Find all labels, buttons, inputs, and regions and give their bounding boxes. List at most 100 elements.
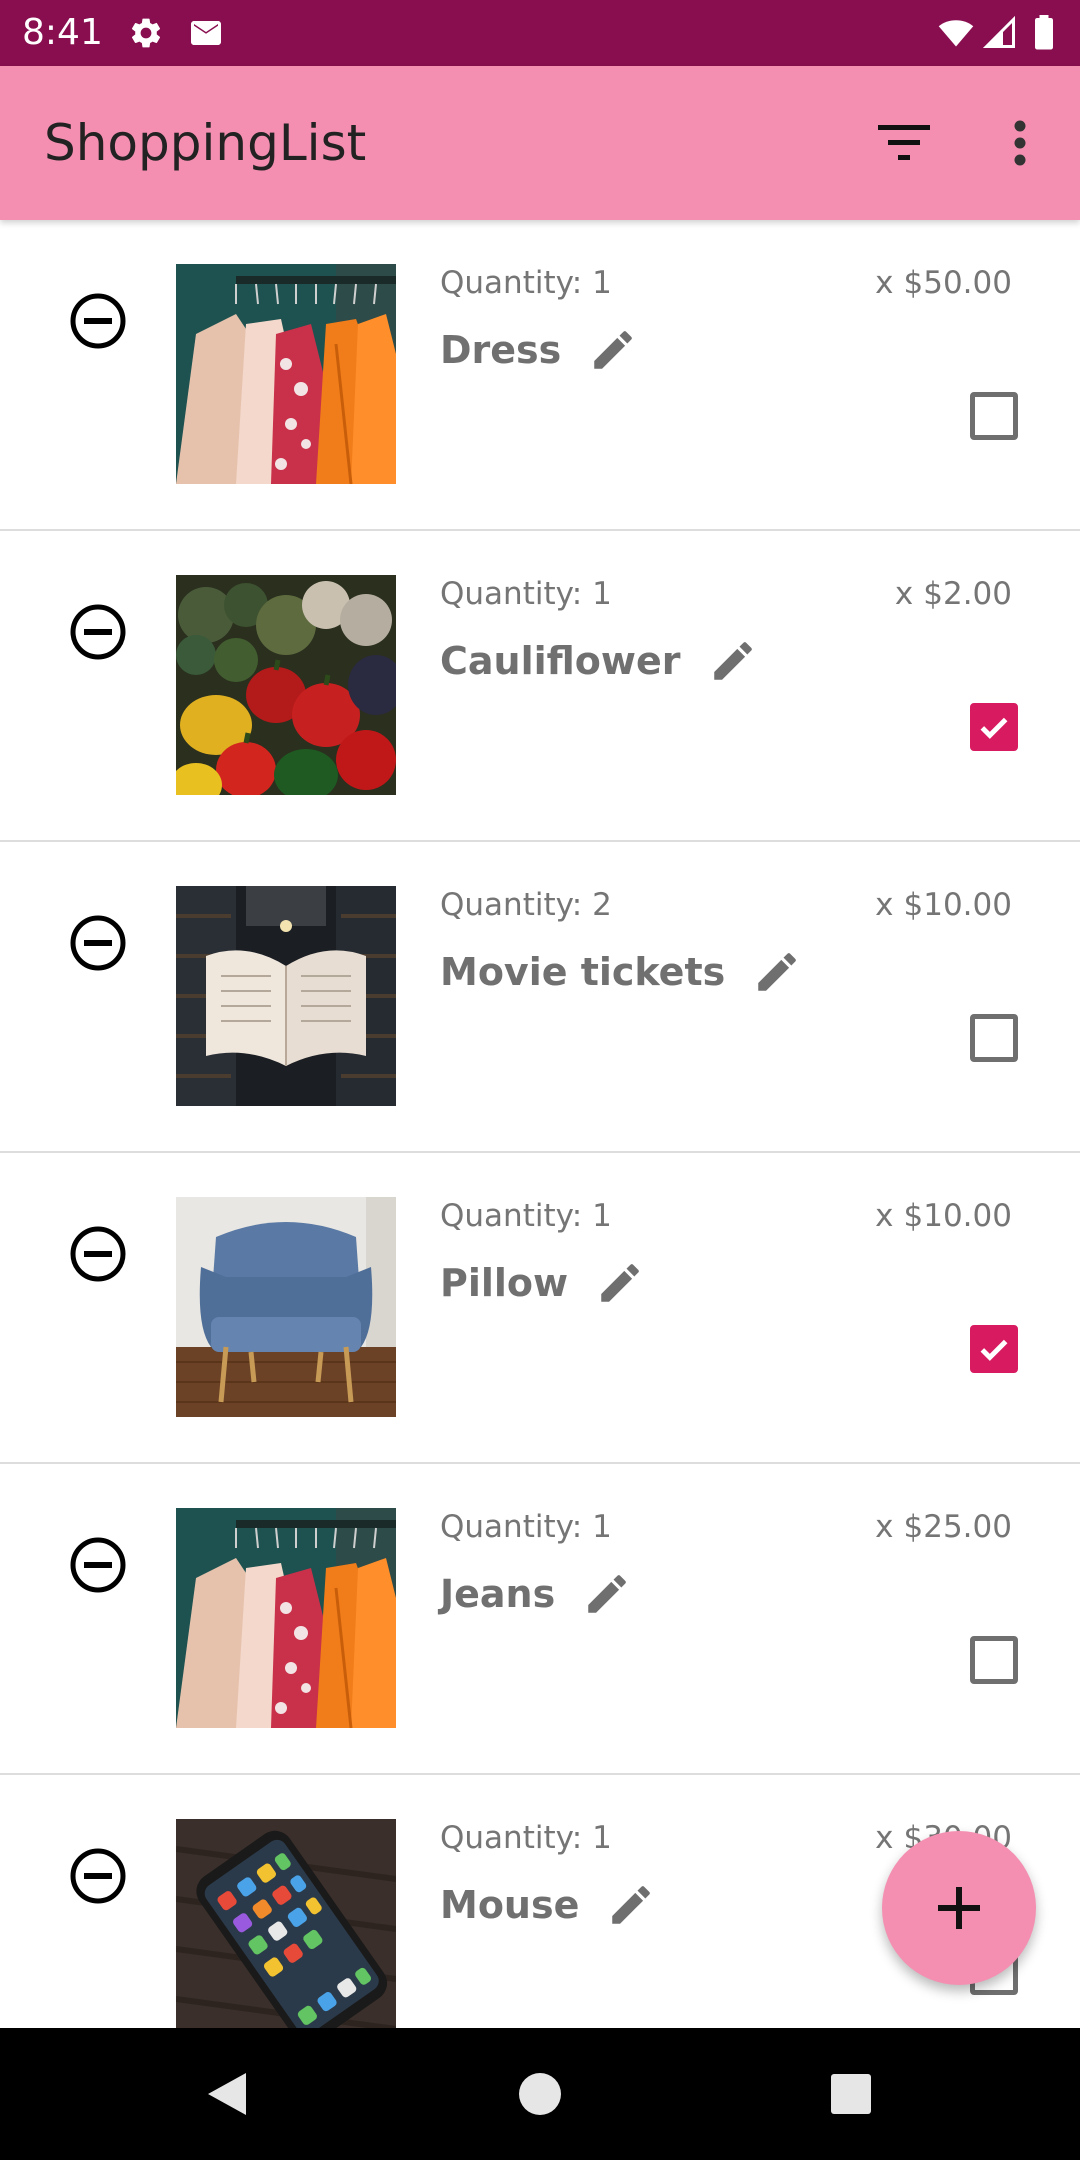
item-image-vegetables — [176, 575, 396, 795]
purchased-checkbox[interactable] — [970, 1014, 1018, 1062]
price-text: x $10.00 — [875, 885, 1012, 925]
price-text: x $50.00 — [875, 263, 1012, 303]
quantity-label: Quantity: — [440, 576, 583, 612]
quantity-text: Quantity: 1 — [440, 1196, 612, 1236]
item-image-clothes-rack — [176, 264, 396, 484]
price-value: $50.00 — [903, 265, 1012, 301]
price-value: $10.00 — [903, 887, 1012, 923]
list-item: Quantity: 1 x $10.00 Pillow — [0, 1153, 1080, 1464]
edit-item-button[interactable] — [585, 322, 641, 378]
quantity-value: 1 — [592, 265, 612, 301]
filter-icon — [878, 125, 930, 160]
nav-recents-button[interactable] — [815, 2058, 887, 2130]
item-image-clothes-rack — [176, 1508, 396, 1728]
edit-pencil-icon — [612, 1886, 651, 1924]
quantity-text: Quantity: 1 — [440, 574, 612, 614]
nav-home-button[interactable] — [504, 2058, 576, 2130]
edit-item-button[interactable] — [603, 1877, 659, 1933]
recents-icon — [831, 2074, 871, 2114]
quantity-text: Quantity: 2 — [440, 885, 612, 925]
price-value: $2.00 — [923, 576, 1012, 612]
status-time: 8:41 — [22, 12, 103, 53]
quantity-label: Quantity: — [440, 887, 583, 923]
add-item-fab[interactable] — [882, 1831, 1036, 1985]
item-name-group: Mouse — [440, 1873, 659, 1937]
item-name: Cauliflower — [440, 639, 681, 683]
item-name: Pillow — [440, 1261, 569, 1305]
remove-item-button[interactable] — [60, 1527, 136, 1603]
status-bar: 8:41 — [0, 0, 1080, 66]
remove-circle-icon — [70, 293, 126, 349]
remove-item-button[interactable] — [60, 905, 136, 981]
filter-button[interactable] — [864, 103, 944, 183]
back-icon — [208, 2073, 246, 2115]
remove-item-button[interactable] — [60, 1216, 136, 1292]
price-prefix: x — [894, 576, 914, 612]
item-name-group: Dress — [440, 318, 641, 382]
app-title: ShoppingList — [44, 114, 367, 172]
quantity-text: Quantity: 1 — [440, 263, 612, 303]
price-prefix: x — [875, 265, 894, 301]
item-name-group: Jeans — [440, 1562, 635, 1626]
list-item: Quantity: 1 x $50.00 Dress — [0, 220, 1080, 531]
price-prefix: x — [875, 1198, 894, 1234]
purchased-checkbox[interactable] — [970, 703, 1018, 751]
item-name-group: Cauliflower — [440, 629, 761, 693]
list-item: Quantity: 1 x $25.00 Jeans — [0, 1464, 1080, 1775]
settings-icon — [128, 15, 164, 51]
system-nav-bar — [0, 2028, 1080, 2160]
quantity-value: 1 — [592, 1198, 612, 1234]
item-name: Mouse — [440, 1883, 580, 1927]
item-image-open-book — [176, 886, 396, 1106]
quantity-label: Quantity: — [440, 265, 583, 301]
quantity-label: Quantity: — [440, 1198, 583, 1234]
list-item: Quantity: 1 x $2.00 Cauliflower — [0, 531, 1080, 842]
item-image-smartphone — [176, 1819, 396, 2028]
list-item: Quantity: 2 x $10.00 Movie tickets — [0, 842, 1080, 1153]
quantity-value: 2 — [592, 887, 612, 923]
edit-item-button[interactable] — [592, 1255, 648, 1311]
remove-item-button[interactable] — [60, 594, 136, 670]
more-vert-icon — [1014, 120, 1026, 166]
remove-circle-icon — [70, 604, 126, 660]
quantity-label: Quantity: — [440, 1509, 583, 1545]
price-prefix: x — [875, 1509, 894, 1545]
edit-item-button[interactable] — [579, 1566, 635, 1622]
nav-back-button[interactable] — [190, 2058, 262, 2130]
shopping-list[interactable]: Quantity: 1 x $50.00 Dress Quantity: 1 x… — [0, 220, 1080, 2028]
home-icon — [519, 2073, 561, 2115]
purchased-checkbox[interactable] — [970, 1636, 1018, 1684]
item-name: Jeans — [440, 1572, 556, 1616]
wifi-icon — [936, 15, 976, 51]
item-name: Dress — [440, 328, 562, 372]
more-options-button[interactable] — [980, 103, 1060, 183]
quantity-value: 1 — [592, 576, 612, 612]
price-text: x $25.00 — [875, 1507, 1012, 1547]
remove-circle-icon — [70, 915, 126, 971]
edit-item-button[interactable] — [749, 944, 805, 1000]
edit-pencil-icon — [758, 953, 797, 991]
price-value: $10.00 — [903, 1198, 1012, 1234]
price-prefix: x — [875, 1820, 894, 1856]
cell-signal-icon — [982, 15, 1018, 51]
item-name-group: Pillow — [440, 1251, 648, 1315]
purchased-checkbox[interactable] — [970, 392, 1018, 440]
purchased-checkbox[interactable] — [970, 1325, 1018, 1373]
battery-icon — [1030, 15, 1058, 51]
remove-item-button[interactable] — [60, 1838, 136, 1914]
quantity-text: Quantity: 1 — [440, 1507, 612, 1547]
check-icon — [980, 1339, 1008, 1361]
quantity-value: 1 — [592, 1820, 612, 1856]
edit-pencil-icon — [588, 1575, 626, 1613]
remove-item-button[interactable] — [60, 283, 136, 359]
edit-pencil-icon — [594, 331, 633, 369]
mail-icon — [188, 15, 224, 51]
check-icon — [980, 717, 1008, 739]
price-value: $25.00 — [903, 1509, 1012, 1545]
quantity-text: Quantity: 1 — [440, 1818, 612, 1858]
edit-item-button[interactable] — [705, 633, 761, 689]
app-bar: ShoppingList — [0, 66, 1080, 220]
item-image-armchair — [176, 1197, 396, 1417]
quantity-value: 1 — [592, 1509, 612, 1545]
price-prefix: x — [875, 887, 894, 923]
